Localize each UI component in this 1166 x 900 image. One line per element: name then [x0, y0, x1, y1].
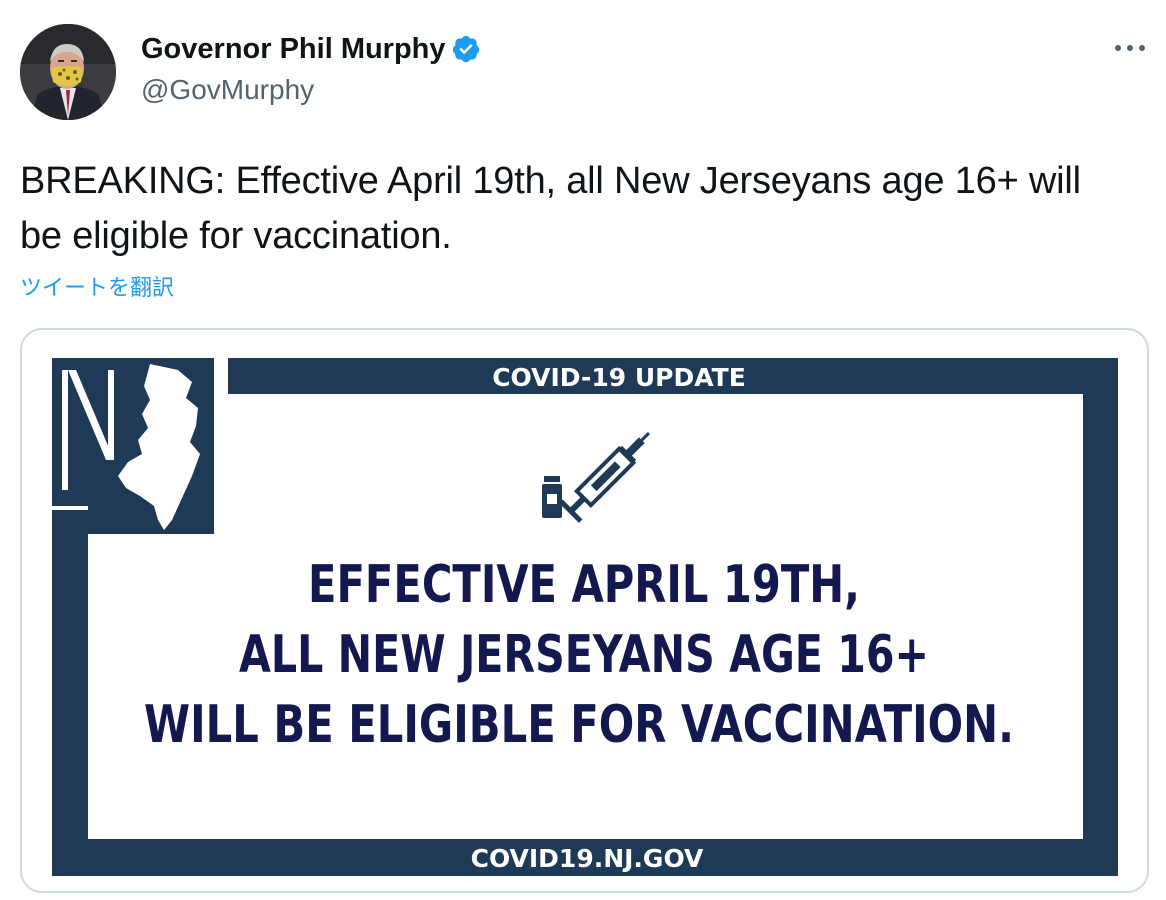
author-name-text: Governor Phil Murphy: [141, 33, 446, 65]
graphic-line-2: ALL NEW JERSEYANS AGE 16+: [239, 625, 929, 685]
graphic-footer-label: COVID19.NJ.GOV: [471, 844, 704, 873]
nj-logo: [52, 358, 214, 534]
person-portrait-avatar: [20, 24, 116, 120]
tweet-media-card[interactable]: COVID-19 UPDATE EFFECTIVE APRIL 19TH, AL…: [20, 328, 1149, 893]
more-horizontal-icon[interactable]: [1110, 36, 1150, 60]
translate-tweet-link[interactable]: ツイートを翻訳: [20, 273, 174, 303]
tweet-text: BREAKING: Effective April 19th, all New …: [20, 160, 1081, 257]
graphic-header-label: COVID-19 UPDATE: [492, 363, 746, 392]
covid-update-graphic: COVID-19 UPDATE EFFECTIVE APRIL 19TH, AL…: [52, 358, 1118, 876]
avatar[interactable]: [20, 24, 116, 120]
author-handle[interactable]: @GovMurphy: [141, 72, 314, 108]
author-display-name[interactable]: Governor Phil Murphy: [141, 30, 481, 68]
graphic-line-3: WILL BE ELIGIBLE FOR VACCINATION.: [144, 695, 1014, 755]
graphic-line-1: EFFECTIVE APRIL 19TH,: [308, 555, 860, 615]
verified-badge-icon: [451, 34, 481, 64]
